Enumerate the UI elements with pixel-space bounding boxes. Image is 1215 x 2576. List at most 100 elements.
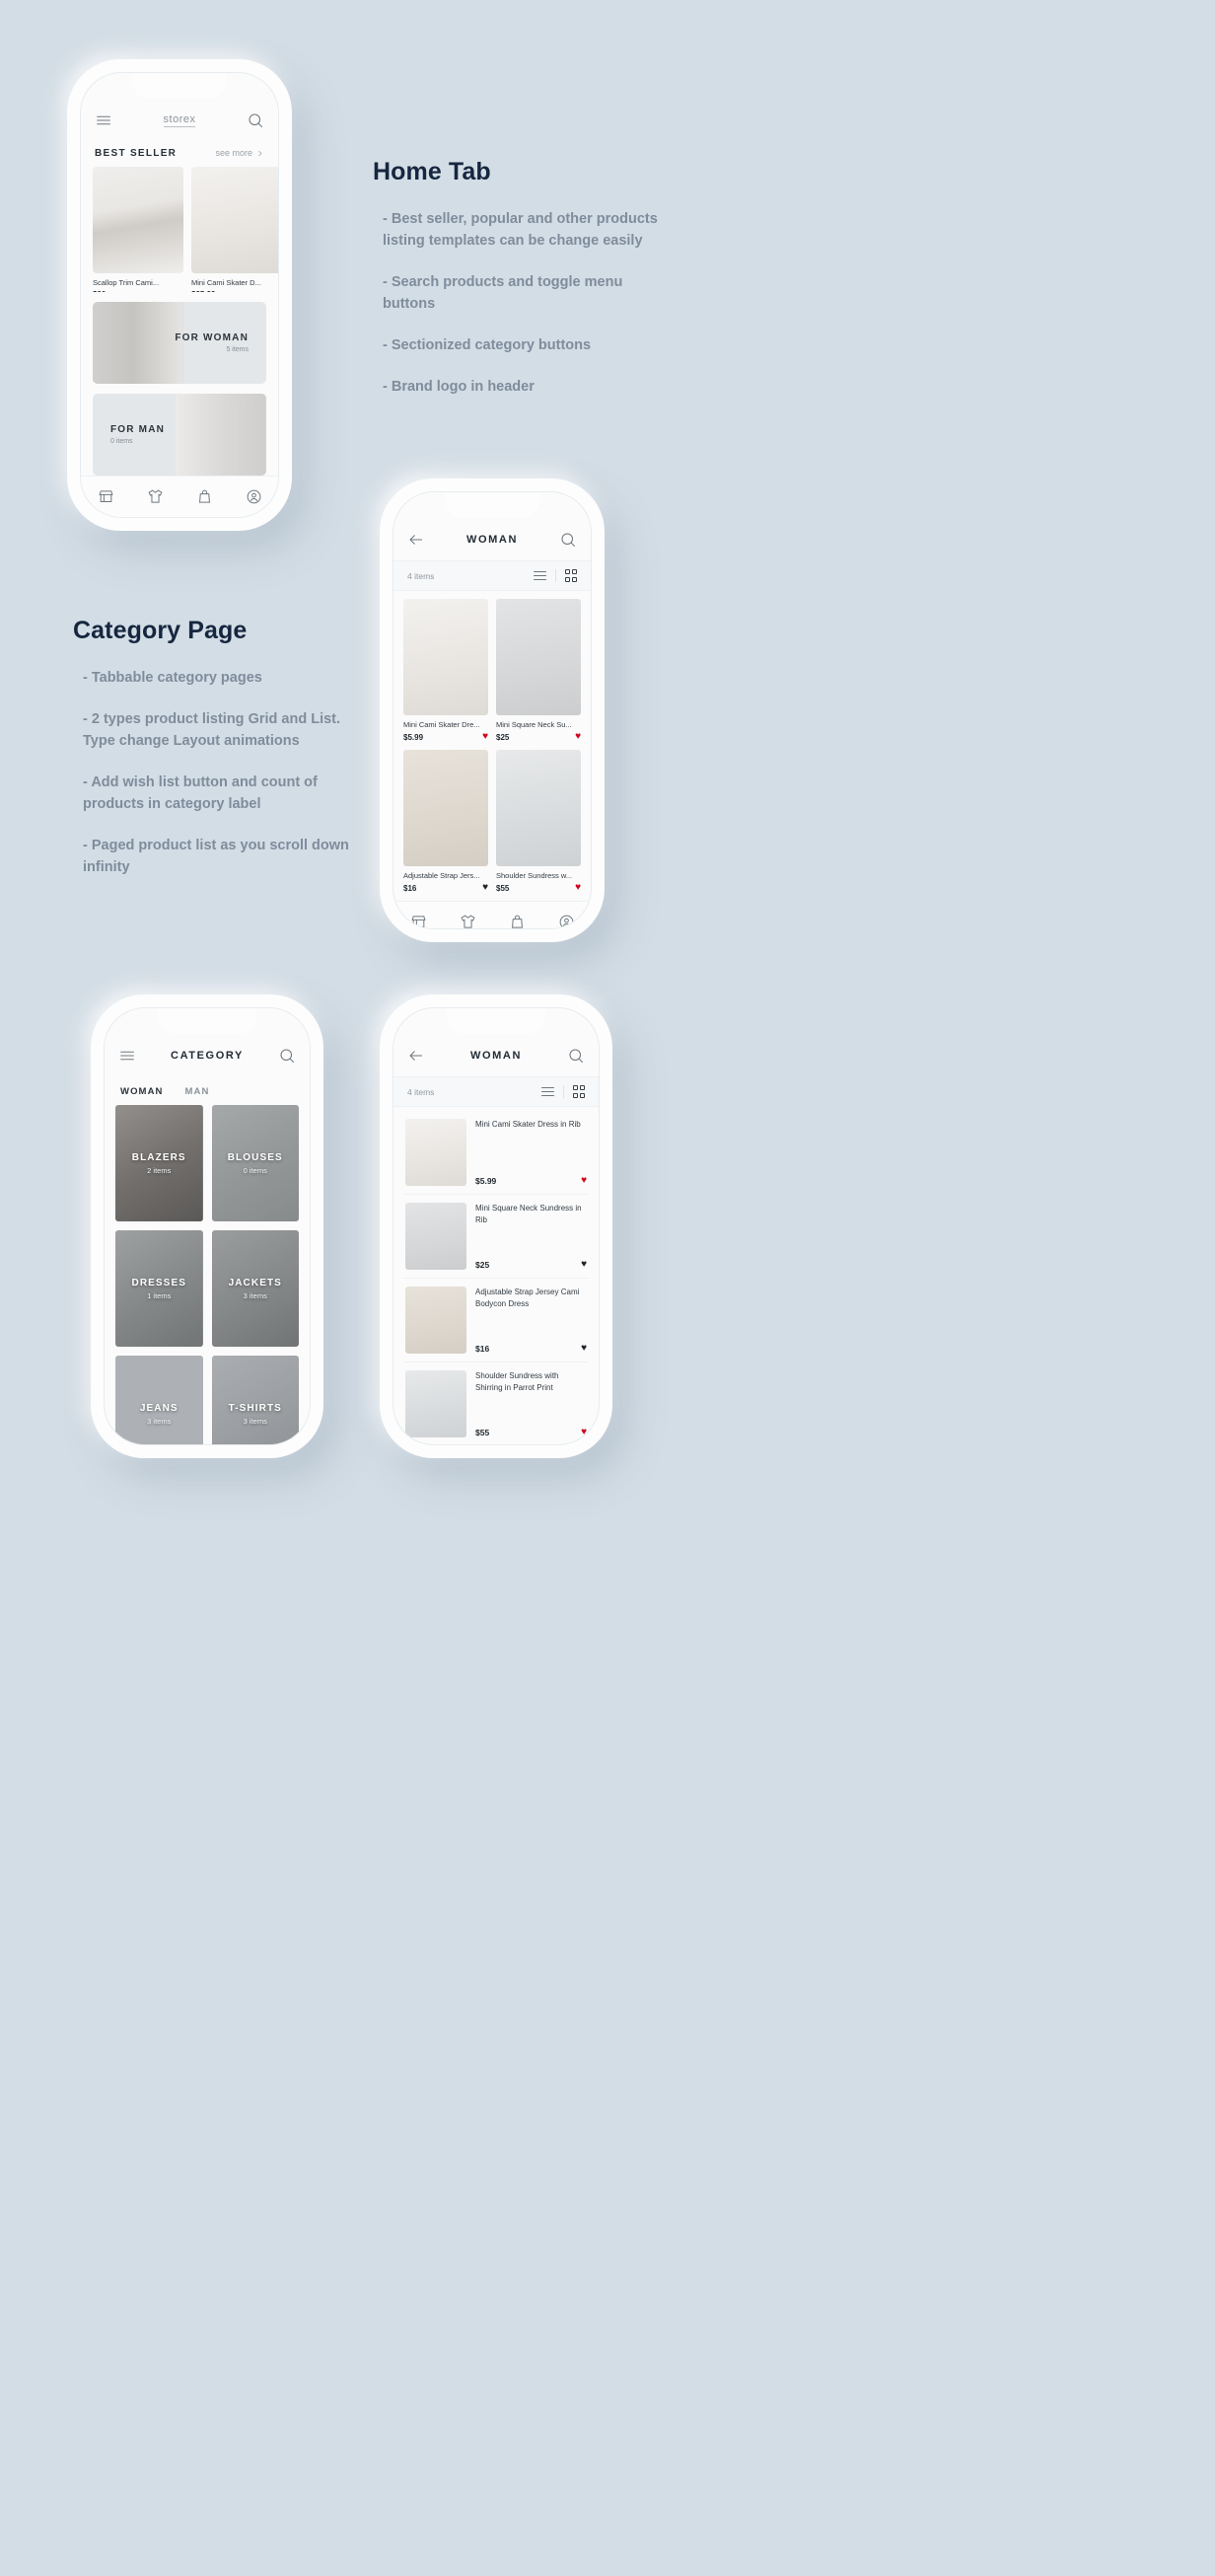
product-price: $55 [496,883,510,893]
product-card[interactable]: Mini Cami Skater Dre... $5.99 ♥ [403,599,488,742]
category-count: 3 items [243,1290,267,1300]
store-icon[interactable] [98,488,114,505]
banner-text: FOR WOMAN 5 items [93,332,266,353]
product-image [405,1287,466,1354]
product-card[interactable]: Adjustable Strap Jers... $16 ♥ [403,750,488,893]
list-view-icon[interactable] [540,1085,554,1099]
category-cell-jeans[interactable]: JEANS 3 items [115,1356,203,1444]
arrow-left-icon[interactable] [407,1047,425,1065]
page-title: WOMAN [470,1049,522,1062]
list-item[interactable]: Adjustable Strap Jersey Cami Bodycon Dre… [403,1279,589,1362]
note-title: Home Tab [373,158,491,185]
list-item[interactable]: Shoulder Sundress with Shirring in Parro… [403,1362,589,1444]
search-icon[interactable] [559,531,577,549]
store-icon[interactable] [410,914,427,928]
notch [447,1008,545,1034]
product-card[interactable]: Shoulder Sundress w... $55 ♥ [496,750,581,893]
phone-category: CATEGORY WOMAN MAN BLAZERS 2 items BLOUS… [91,994,323,1458]
shirt-icon[interactable] [147,488,164,505]
wishlist-heart-icon[interactable]: ♥ [575,732,581,742]
category-cell-jackets[interactable]: JACKETS 3 items [211,1230,299,1347]
list-item[interactable]: Mini Cami Skater Dress in Rib $5.99 ♥ [403,1111,589,1195]
product-image [93,167,183,273]
banner-text: FOR MAN 0 items [93,424,266,445]
product-name: Scallop Trim Cami... [93,278,160,287]
wishlist-heart-icon[interactable]: ♥ [482,883,488,893]
banner-for-man[interactable]: FOR MAN 0 items [93,393,266,476]
product-card[interactable]: Scallop Trim Cami... $90 [93,167,183,292]
grid-view-icon[interactable] [572,1085,585,1098]
product-price: $5.99 [475,1176,497,1186]
phone-home: storex BEST SELLER see more Scallop Trim… [67,59,292,531]
view-toggle-group [533,568,577,583]
note-bullet-list: - Tabbable category pages - 2 types prod… [73,667,369,878]
wishlist-heart-icon[interactable]: ♥ [482,732,488,742]
product-image [496,750,581,866]
banner-for-woman[interactable]: FOR WOMAN 5 items [93,301,266,384]
hamburger-icon[interactable] [118,1047,136,1065]
home-screen: storex BEST SELLER see more Scallop Trim… [80,72,279,518]
tab-woman[interactable]: WOMAN [120,1086,164,1097]
bag-icon[interactable] [196,488,213,505]
product-footer: $16 ♥ [475,1344,587,1355]
banner-title: FOR MAN [110,423,166,435]
wishlist-heart-icon[interactable]: ♥ [581,1176,587,1186]
phone-list: WOMAN 4 items Mini Cami Skater Dress in … [380,994,612,1458]
notch [158,1008,256,1034]
page-title: CATEGORY [171,1050,244,1062]
account-icon[interactable] [558,914,575,928]
category-label: BLOUSES [227,1151,283,1163]
category-cell-blouses[interactable]: BLOUSES 0 items [211,1105,299,1221]
product-name: Mini Square Neck Su... [496,720,572,729]
product-image [191,167,278,273]
category-label: T-SHIRTS [228,1402,282,1414]
best-seller-rail[interactable]: Scallop Trim Cami... $90 Mini Cami Skate… [81,167,278,292]
grid-toolbar: 4 items [393,561,591,591]
list-view-icon[interactable] [533,569,546,583]
product-price: $25 [496,732,510,742]
shirt-icon[interactable] [460,914,476,928]
note-bullet: - 2 types product listing Grid and List.… [83,711,341,750]
note-bullet: - Paged product list as you scroll down … [83,838,349,876]
section-title: BEST SELLER [95,148,178,159]
notch [132,73,227,99]
view-toggle-group [540,1084,585,1099]
product-body: Mini Cami Skater Dress in Rib $5.99 ♥ [475,1119,587,1186]
grid-view-icon[interactable] [564,569,577,582]
banner-subtitle: 5 items [226,345,249,353]
hamburger-icon[interactable] [95,111,112,129]
search-icon[interactable] [567,1047,585,1065]
product-price: $16 [403,883,417,893]
category-label: JEANS [139,1402,179,1414]
category-count: 1 items [147,1290,172,1300]
search-icon[interactable] [247,111,264,129]
best-seller-section-header: BEST SELLER see more [81,142,278,167]
category-cell-tshirts[interactable]: T-SHIRTS 3 items [211,1356,299,1444]
search-icon[interactable] [278,1047,296,1065]
product-footer: $25 ♥ [496,732,581,742]
tab-man[interactable]: MAN [185,1086,210,1097]
list-item[interactable]: Mini Square Neck Sundress in Rib $25 ♥ [403,1195,589,1279]
home-appbar: storex [81,99,278,142]
see-more-link[interactable]: see more [215,148,264,158]
account-icon[interactable] [246,488,262,505]
grid-screen: WOMAN 4 items Mini Cami Skater Dre... $5… [393,491,592,929]
wishlist-heart-icon[interactable]: ♥ [581,1428,587,1437]
wishlist-heart-icon[interactable]: ♥ [581,1260,587,1270]
wishlist-heart-icon[interactable]: ♥ [581,1344,587,1354]
product-card[interactable]: Mini Cami Skater D... $35.99 [191,167,278,292]
category-cell-dresses[interactable]: DRESSES 1 items [115,1230,203,1347]
bag-icon[interactable] [509,914,526,928]
product-name: Mini Cami Skater Dre... [403,720,480,729]
wishlist-heart-icon[interactable]: ♥ [575,883,581,893]
category-count: 2 items [147,1165,172,1175]
product-name: Adjustable Strap Jers... [403,871,480,880]
product-image [405,1370,466,1437]
product-card[interactable]: Mini Square Neck Su... $25 ♥ [496,599,581,742]
category-cell-blazers[interactable]: BLAZERS 2 items [115,1105,203,1221]
product-footer: $55 ♥ [475,1428,587,1438]
product-body: Mini Square Neck Sundress in Rib $25 ♥ [475,1203,587,1270]
arrow-left-icon[interactable] [407,531,425,549]
category-label: DRESSES [131,1277,186,1288]
product-price: $35.99 [191,290,278,292]
